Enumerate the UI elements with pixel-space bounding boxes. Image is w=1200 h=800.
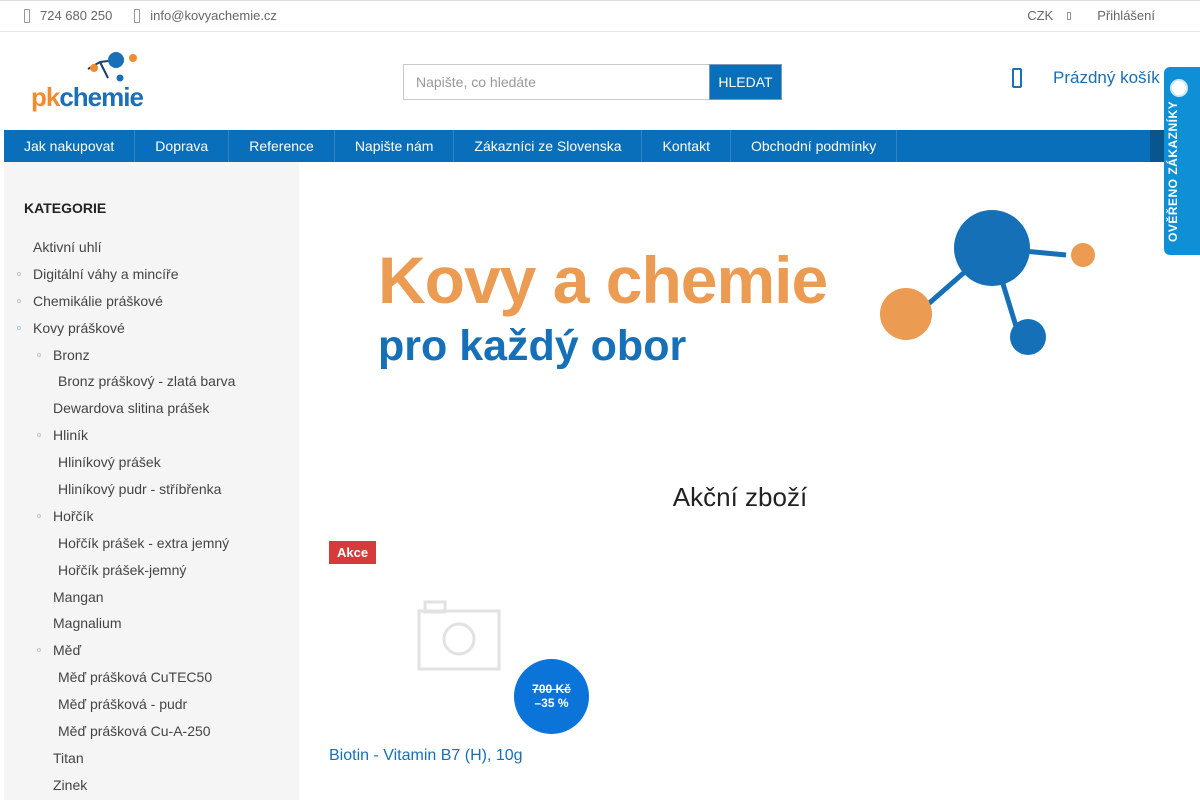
category-label: Digitální váhy a mincíře xyxy=(33,265,179,282)
camera-placeholder-icon xyxy=(417,600,501,671)
category-item[interactable]: Hořčík xyxy=(4,503,299,530)
category-item[interactable]: Měď prášková CuTEC50 xyxy=(4,664,299,691)
section-title: Akční zboží xyxy=(672,482,808,512)
category-label: Hliníkový prášek xyxy=(58,454,161,471)
category-label: Měď prášková - pudr xyxy=(58,696,188,713)
category-label: Dewardova slitina prášek xyxy=(53,400,210,417)
category-label: Hořčík xyxy=(53,507,94,524)
cart-link[interactable]: Prázdný košík xyxy=(1012,68,1160,88)
top-bar: 724 680 250 info@kovyachemie.cz CZK Přih… xyxy=(0,0,1200,32)
bullet-icon xyxy=(17,325,21,330)
phone-link[interactable]: 724 680 250 xyxy=(24,8,112,23)
search-button[interactable]: HLEDAT xyxy=(709,64,782,100)
category-item[interactable]: Měď prášková - pudr xyxy=(4,691,299,718)
category-item[interactable]: Hliník xyxy=(4,422,299,449)
hero-banner[interactable]: Kovy a chemie pro každý obor xyxy=(360,200,1120,400)
category-label: Hořčík prášek - extra jemný xyxy=(58,534,230,551)
bullet-icon xyxy=(37,513,41,518)
contact-info: 724 680 250 info@kovyachemie.cz xyxy=(24,8,299,23)
site-header: pkchemie HLEDAT Prázdný košík xyxy=(0,32,1200,130)
logo-wordmark: pkchemie xyxy=(31,82,144,113)
bullet-icon xyxy=(37,648,41,653)
old-price: 700 Kč xyxy=(532,682,571,696)
envelope-icon xyxy=(134,8,141,23)
category-label: Hliníkový pudr - stříbřenka xyxy=(58,481,222,498)
category-label: Chemikálie práškové xyxy=(33,292,163,309)
site-logo[interactable]: pkchemie xyxy=(28,50,148,112)
nav-item-1[interactable]: Jak nakupovat xyxy=(4,130,136,162)
category-label: Zinek xyxy=(53,776,88,793)
category-label: Mangan xyxy=(53,588,104,605)
category-item[interactable]: Měď xyxy=(4,637,299,664)
category-item[interactable]: Bronz xyxy=(4,342,299,369)
badge-text: OVĚŘENO ZÁKAZNÍKY xyxy=(1166,100,1180,242)
category-item[interactable]: Mangan xyxy=(4,584,299,611)
category-item[interactable]: Zinek xyxy=(4,772,299,799)
category-item[interactable]: Hořčík prášek - extra jemný xyxy=(4,530,299,557)
nav-item-2[interactable]: Doprava xyxy=(135,130,230,162)
category-item[interactable]: Chemikálie práškové xyxy=(4,288,299,315)
main-navigation: Jak nakupovat Doprava Reference Napište nám… xyxy=(4,130,1185,162)
nav-item-4[interactable]: Napište nám xyxy=(335,130,455,162)
category-item[interactable]: Hliníkový prášek xyxy=(4,449,299,476)
product-card[interactable]: Akce 700 Kč –35 % Biotin - Vitamin B7 (H… xyxy=(329,541,629,781)
category-label: Hliník xyxy=(53,427,89,444)
bullet-icon xyxy=(17,298,21,303)
account-controls: CZK Přihlášení xyxy=(1027,8,1155,23)
category-item[interactable]: Titan xyxy=(4,745,299,772)
category-item[interactable]: Digitální váhy a mincíře xyxy=(4,261,299,288)
discount-percent: –35 % xyxy=(534,696,569,710)
category-label: Měď xyxy=(53,642,82,659)
nav-item-6[interactable]: Kontakt xyxy=(642,130,731,162)
category-item[interactable]: Aktivní uhlí xyxy=(4,234,299,261)
category-item[interactable]: Hořčík prášek-jemný xyxy=(4,557,299,584)
verified-seal-icon xyxy=(1170,79,1188,97)
nav-item-5[interactable]: Zákazníci ze Slovenska xyxy=(454,130,643,162)
currency-selector[interactable]: CZK xyxy=(1027,8,1053,23)
category-item[interactable]: Dewardova slitina prášek xyxy=(4,395,299,422)
category-label: Bronz práškový - zlatá barva xyxy=(58,373,236,390)
cart-label: Prázdný košík xyxy=(1053,68,1160,87)
category-label: Titan xyxy=(53,749,84,766)
category-item[interactable]: Měď prášková Cu-A-250 xyxy=(4,718,299,745)
molecule-illustration-icon xyxy=(880,210,1095,355)
category-label: Měď prášková CuTEC50 xyxy=(58,669,213,686)
search-input[interactable] xyxy=(403,64,709,100)
chevron-down-icon[interactable] xyxy=(1067,11,1072,20)
category-label: Magnalium xyxy=(53,615,122,632)
category-item[interactable]: Bronz práškový - zlatá barva xyxy=(4,368,299,395)
product-name-link[interactable]: Biotin - Vitamin B7 (H), 10g xyxy=(329,747,523,765)
sale-tag: Akce xyxy=(329,541,377,564)
sidebar-title: KATEGORIE xyxy=(24,200,107,216)
nav-item-7[interactable]: Obchodní podmínky xyxy=(731,130,898,162)
nav-item-3[interactable]: Reference xyxy=(229,130,335,162)
logo-pk-text: pk xyxy=(31,82,60,112)
category-label: Kovy práškové xyxy=(33,319,125,336)
category-item[interactable]: Magnalium xyxy=(4,610,299,637)
search-form: HLEDAT xyxy=(403,64,782,100)
category-list: Aktivní uhlí Digitální váhy a mincíře Chem… xyxy=(4,234,299,799)
login-link[interactable]: Přihlášení xyxy=(1097,8,1155,23)
verified-by-customers-badge[interactable]: OVĚŘENO ZÁKAZNÍKY xyxy=(1164,67,1200,255)
category-label: Bronz xyxy=(53,346,90,363)
bullet-icon xyxy=(37,433,41,438)
bullet-icon xyxy=(37,352,41,357)
category-label: Hořčík prášek-jemný xyxy=(58,561,187,578)
bullet-icon xyxy=(17,271,21,276)
email-link[interactable]: info@kovyachemie.cz xyxy=(134,8,277,23)
category-item[interactable]: Kovy práškové xyxy=(4,315,299,342)
email-address: info@kovyachemie.cz xyxy=(150,8,277,23)
category-label: Aktivní uhlí xyxy=(33,239,102,255)
discount-badge: 700 Kč –35 % xyxy=(514,659,589,734)
banner-headline: Kovy a chemie xyxy=(378,243,828,317)
banner-subheadline: pro každý obor xyxy=(378,322,687,370)
logo-chemie-text: chemie xyxy=(59,82,144,112)
category-sidebar: KATEGORIE Aktivní uhlí Digitální váhy a m… xyxy=(4,162,299,800)
category-label: Měď prášková Cu-A-250 xyxy=(58,723,211,740)
phone-icon xyxy=(24,8,30,23)
cart-icon xyxy=(1012,68,1022,88)
phone-number: 724 680 250 xyxy=(40,8,113,23)
category-item[interactable]: Hliníkový pudr - stříbřenka xyxy=(4,476,299,503)
